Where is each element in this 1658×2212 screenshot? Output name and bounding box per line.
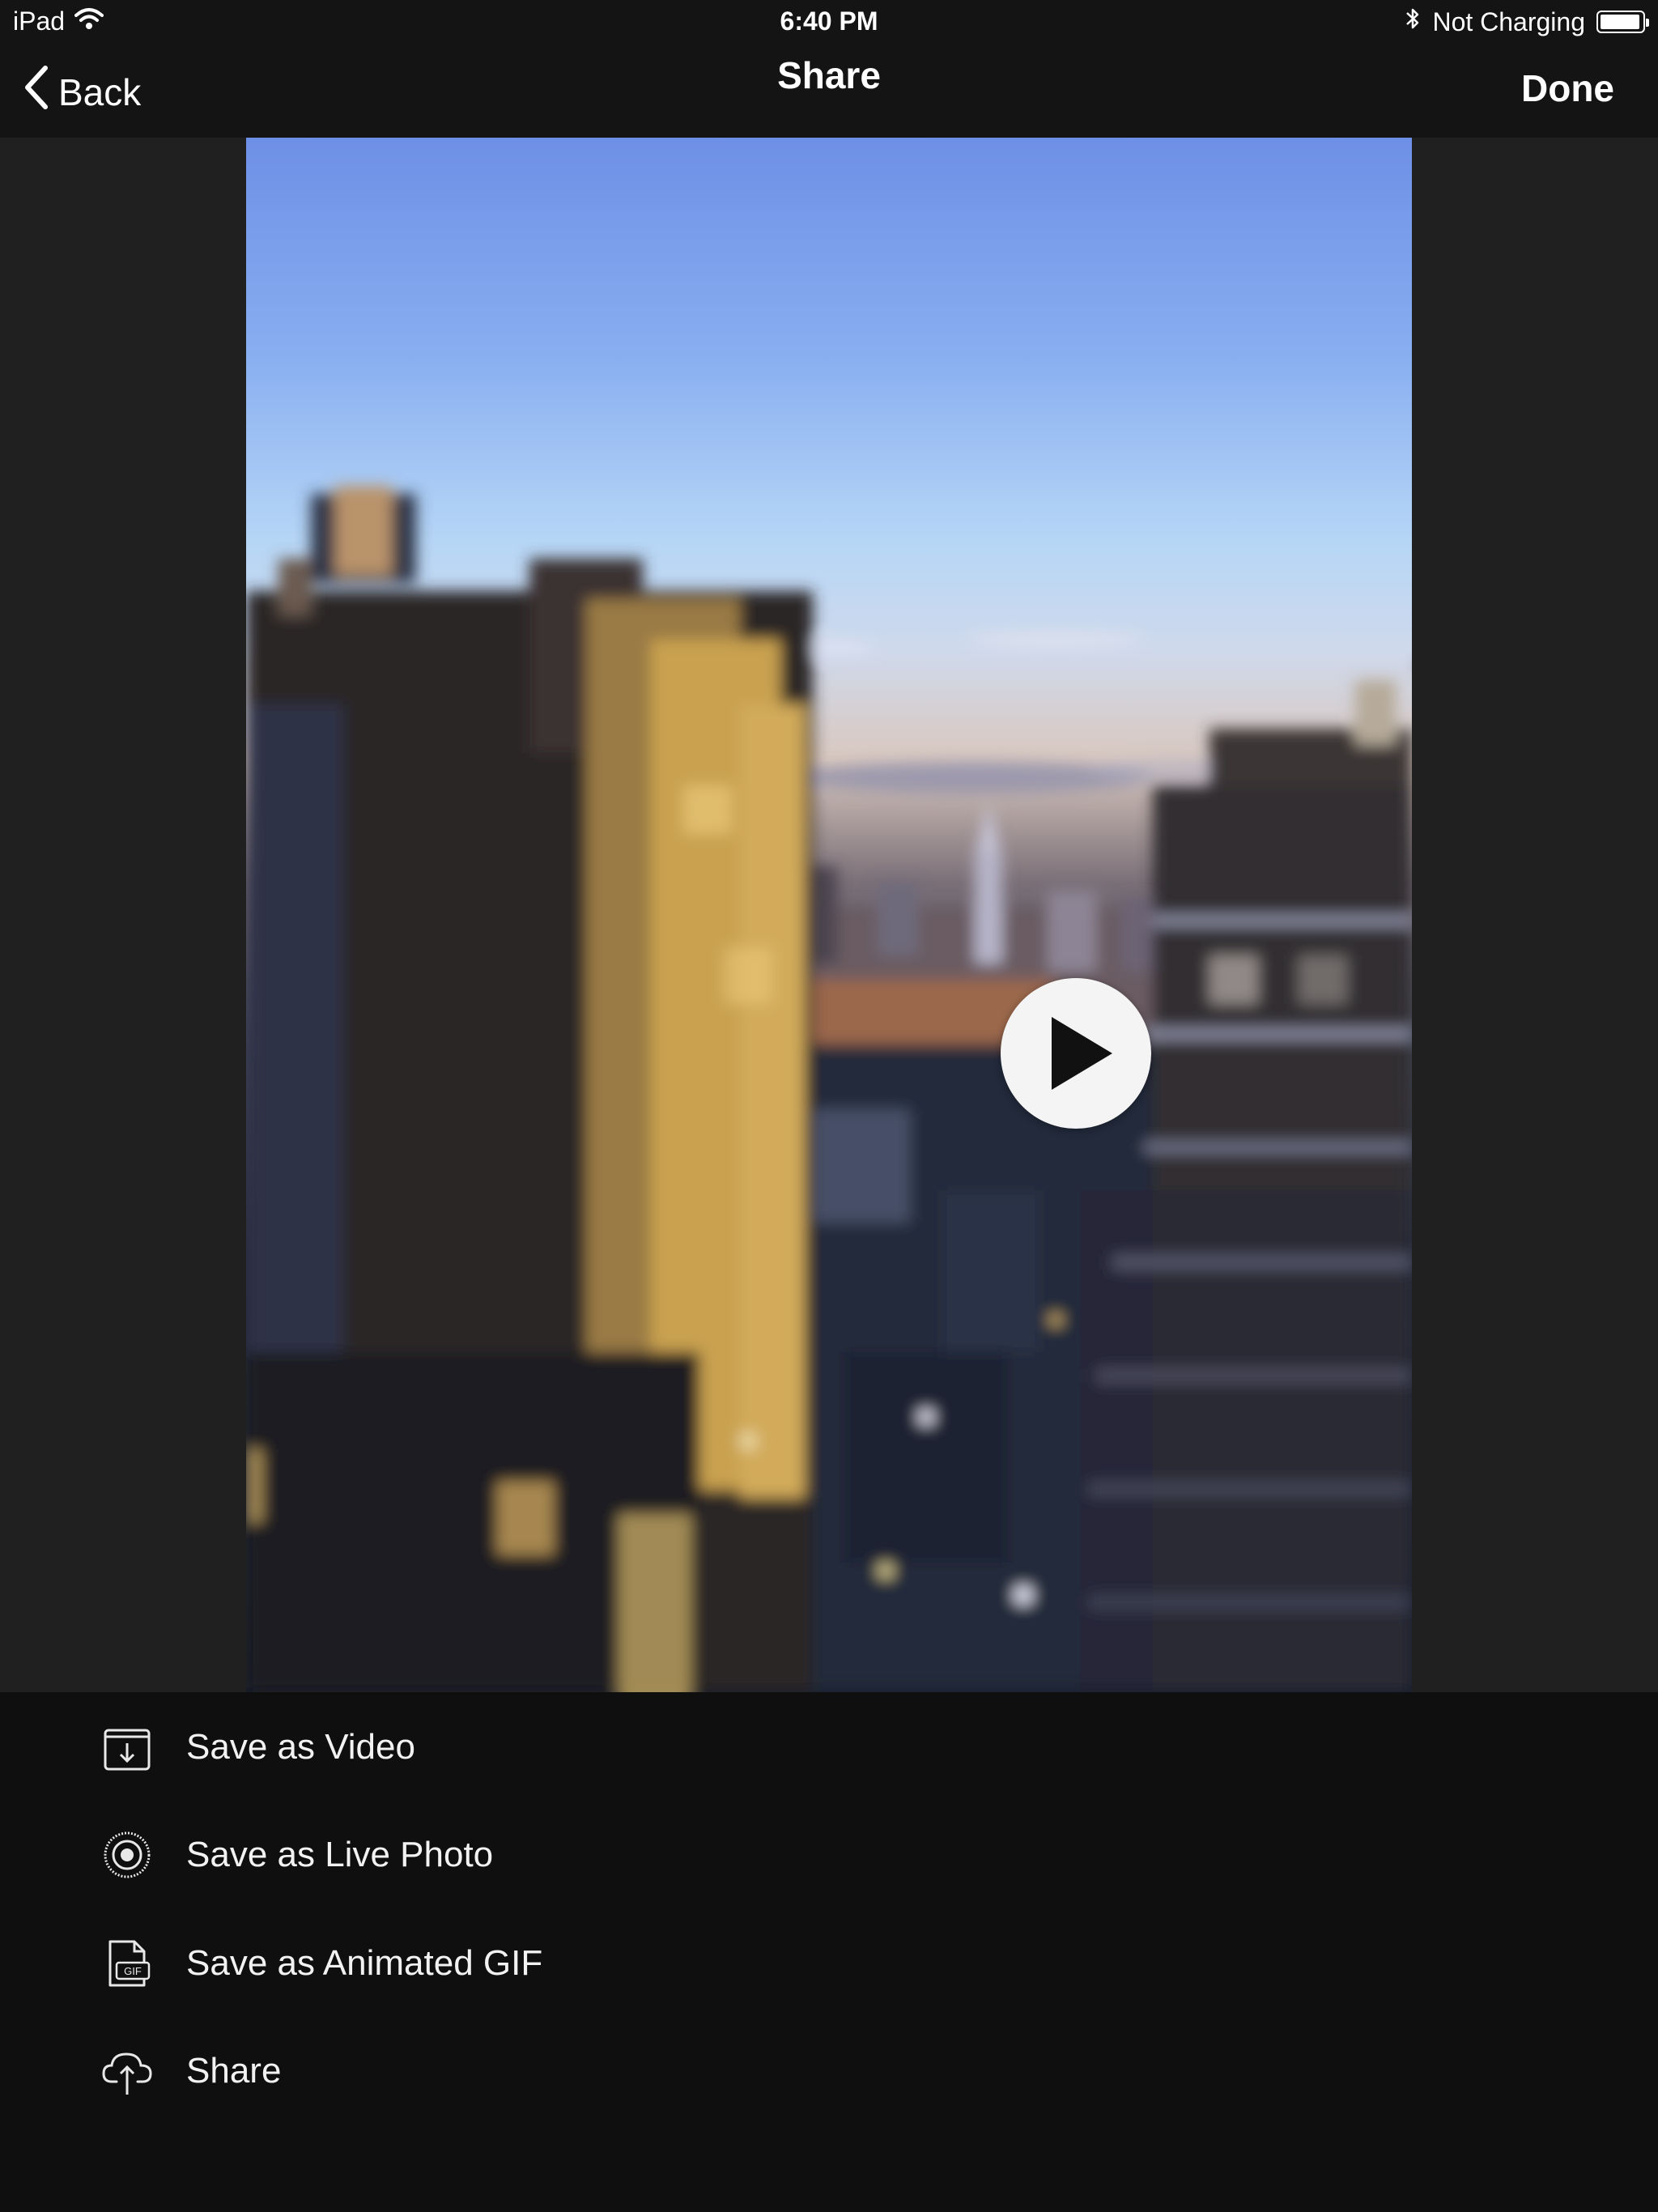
status-right: Not Charging: [1405, 6, 1649, 37]
video-preview[interactable]: [246, 138, 1412, 1692]
status-bar: iPad 6:40 PM Not Charging: [0, 0, 1658, 42]
page-title: Share: [777, 54, 881, 96]
action-label: Save as Video: [186, 1727, 415, 1767]
cloud-upload-icon: [100, 2044, 154, 2098]
action-label: Share: [186, 2051, 282, 2091]
bluetooth-icon: [1405, 6, 1421, 37]
navigation-bar: Back Share Done: [0, 42, 1658, 138]
gif-file-icon: GIF: [100, 1937, 154, 1990]
download-box-icon: [100, 1721, 154, 1774]
action-label: Save as Live Photo: [186, 1835, 494, 1874]
action-save-as-animated-gif[interactable]: GIF Save as Animated GIF: [100, 1923, 542, 2004]
play-button[interactable]: [1001, 978, 1151, 1129]
done-button[interactable]: Done: [1521, 66, 1614, 110]
action-save-as-video[interactable]: Save as Video: [100, 1707, 415, 1788]
action-label: Save as Animated GIF: [186, 1943, 543, 1983]
play-icon: [1052, 1017, 1112, 1090]
action-share[interactable]: Share: [100, 2031, 281, 2112]
action-save-as-live-photo[interactable]: Save as Live Photo: [100, 1814, 493, 1895]
live-photo-icon: [100, 1828, 154, 1882]
svg-text:GIF: GIF: [124, 1965, 142, 1977]
battery-icon: [1596, 11, 1649, 33]
share-action-list: Save as Video Save as Live Photo GIF Sav…: [0, 1692, 1658, 2212]
city-skyline-image: [246, 486, 1412, 1692]
battery-status: Not Charging: [1432, 6, 1585, 36]
